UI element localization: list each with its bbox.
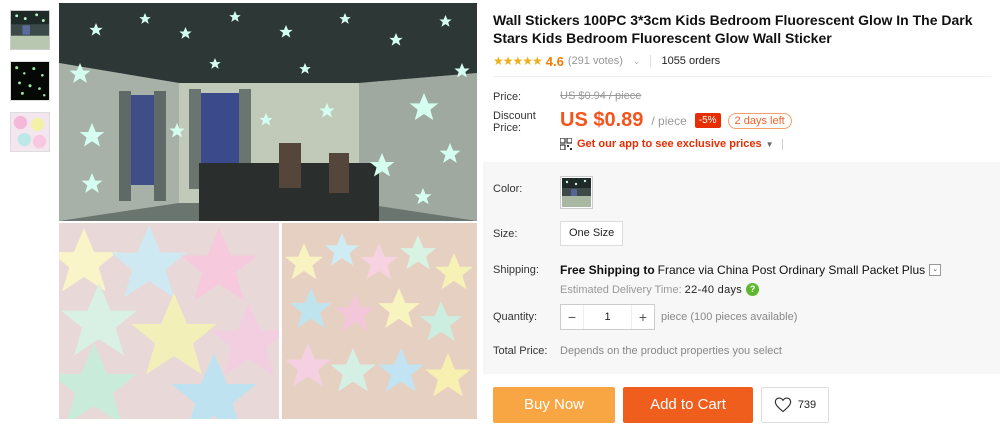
original-price: US $0.94 / piece bbox=[560, 90, 642, 102]
thumbnail-2[interactable] bbox=[10, 61, 50, 101]
app-promo-text: Get our app to see exclusive prices bbox=[577, 138, 762, 150]
wishlist-count: 739 bbox=[797, 399, 817, 411]
buy-now-button[interactable]: Buy Now bbox=[493, 387, 615, 423]
rating-value: 4.6 bbox=[545, 53, 564, 69]
divider bbox=[493, 76, 991, 77]
product-info-panel: Wall Stickers 100PC 3*3cm Kids Bedroom F… bbox=[483, 0, 1000, 428]
price-unit: / piece bbox=[651, 113, 687, 128]
size-label: Size: bbox=[493, 228, 518, 240]
heart-icon bbox=[774, 397, 792, 413]
thumbnail-image bbox=[11, 11, 49, 49]
shipping-route: France via China Post Ordinary Small Pac… bbox=[657, 263, 926, 277]
discount-badge: -5% bbox=[694, 113, 721, 128]
color-swatch-image bbox=[562, 178, 591, 207]
size-option-one-size[interactable]: One Size bbox=[560, 221, 624, 246]
quantity-label: Quantity: bbox=[493, 311, 538, 323]
delivery-days: 22-40 days bbox=[684, 283, 743, 296]
rating-row: ★★★★★ 4.6 (291 votes) ⌄ 1055 orders bbox=[493, 52, 720, 70]
quantity-input[interactable]: 1 bbox=[583, 305, 632, 329]
star-icon: ★★★★★ bbox=[493, 54, 543, 68]
help-check-icon[interactable]: ? bbox=[746, 283, 760, 296]
divider bbox=[781, 138, 783, 150]
divider bbox=[650, 55, 652, 67]
chevron-down-icon[interactable]: ⌄ bbox=[633, 56, 641, 67]
color-swatch[interactable] bbox=[560, 176, 593, 209]
caret-down-icon: ▼ bbox=[765, 139, 774, 149]
product-title: Wall Stickers 100PC 3*3cm Kids Bedroom F… bbox=[493, 12, 973, 46]
thumbnail-image bbox=[11, 113, 49, 151]
app-promo-link[interactable]: Get our app to see exclusive prices ▼ bbox=[560, 138, 783, 150]
total-price-label: Total Price: bbox=[493, 345, 548, 357]
quantity-stepper: − 1 + bbox=[560, 304, 655, 330]
shipping-label: Shipping: bbox=[493, 264, 539, 276]
thumbnail-list bbox=[10, 10, 52, 163]
delivery-estimate: Estimated Delivery Time: 22-40 days ? bbox=[560, 283, 760, 296]
discount-price-label: Discount Price: bbox=[493, 110, 536, 134]
quantity-decrease-button[interactable]: − bbox=[561, 309, 583, 325]
current-price: US $0.89 bbox=[560, 109, 644, 131]
free-shipping-text: Free Shipping to bbox=[560, 263, 655, 277]
orders-count: 1055 orders bbox=[661, 55, 721, 67]
thumbnail-3[interactable] bbox=[10, 112, 50, 152]
thumbnail-1[interactable] bbox=[10, 10, 50, 50]
discount-price-row: US $0.89 / piece -5% 2 days left bbox=[560, 109, 792, 132]
product-image bbox=[59, 3, 477, 419]
total-price-note: Depends on the product properties you se… bbox=[560, 345, 782, 357]
thumbnail-image bbox=[11, 62, 49, 100]
quantity-increase-button[interactable]: + bbox=[632, 309, 654, 325]
days-left-badge: 2 days left bbox=[727, 112, 792, 129]
shipping-info: Free Shipping to France via China Post O… bbox=[560, 263, 942, 277]
wishlist-button[interactable]: 739 bbox=[761, 387, 829, 423]
qr-code-icon bbox=[560, 138, 572, 150]
chevron-down-icon[interactable]: ⌄ bbox=[929, 264, 942, 276]
price-label: Price: bbox=[493, 91, 522, 103]
color-label: Color: bbox=[493, 183, 523, 195]
delivery-label: Estimated Delivery Time: bbox=[560, 283, 682, 296]
add-to-cart-button[interactable]: Add to Cart bbox=[623, 387, 753, 423]
quantity-availability: piece (100 pieces available) bbox=[661, 311, 798, 323]
main-product-image[interactable] bbox=[59, 3, 477, 419]
votes-count[interactable]: (291 votes) bbox=[568, 55, 623, 67]
